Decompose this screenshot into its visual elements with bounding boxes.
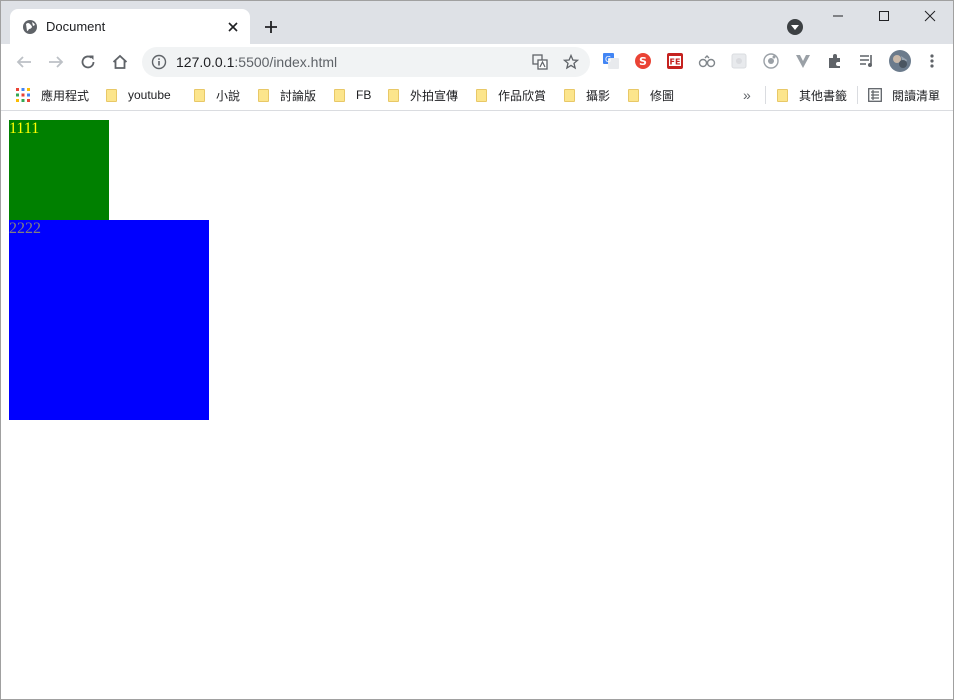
bookmark-label: 作品欣賞: [498, 88, 547, 103]
url-host: 127.0.0.1: [176, 54, 235, 70]
folder-icon: [194, 88, 205, 102]
tab-search-icon[interactable]: [786, 18, 804, 36]
bookmarks-overflow-button[interactable]: »: [743, 85, 751, 105]
blue-box: 2222: [9, 220, 209, 420]
svg-text:S: S: [639, 55, 647, 68]
green-box: 1111: [9, 120, 109, 220]
folder-icon: [388, 88, 399, 102]
bookmark-label: 閱讀清單: [892, 88, 941, 103]
divider: [765, 86, 766, 104]
browser-window: Document 127.0.0.1:5500/index.html G S F…: [0, 0, 954, 700]
folder-icon: [777, 88, 788, 102]
page-viewport: 1111 2222: [1, 112, 953, 699]
svg-text:FE: FE: [670, 58, 681, 67]
bookmark-label: youtube: [128, 88, 171, 102]
bookmark-label: 小說: [216, 88, 241, 103]
address-bar[interactable]: 127.0.0.1:5500/index.html: [142, 47, 590, 77]
folder-icon: [258, 88, 269, 102]
bookmark-apps[interactable]: 應用程式: [16, 85, 89, 105]
star-icon[interactable]: [562, 53, 580, 71]
bookmark-folder-photography[interactable]: 攝影: [564, 85, 610, 105]
menu-icon[interactable]: [923, 52, 941, 70]
minimize-icon[interactable]: [815, 5, 861, 27]
url-text: 127.0.0.1:5500/index.html: [176, 54, 337, 70]
bookmark-folder-retouch[interactable]: 修圖: [628, 85, 674, 105]
bookmark-folder-forum[interactable]: 討論版: [258, 85, 316, 105]
ext-icon[interactable]: [762, 52, 780, 70]
maximize-icon[interactable]: [861, 5, 907, 27]
media-icon[interactable]: [858, 52, 876, 70]
window-close-icon[interactable]: [907, 5, 953, 27]
reading-list-icon: [868, 88, 882, 102]
avatar[interactable]: [889, 50, 911, 72]
forward-icon[interactable]: [44, 50, 68, 74]
fe-ext-icon[interactable]: FE: [666, 52, 684, 70]
folder-icon: [334, 88, 345, 102]
bookmark-label: 攝影: [586, 88, 611, 103]
bookmark-folder-outdoor-shoot[interactable]: 外拍宣傳: [388, 85, 458, 105]
reading-list-button[interactable]: 閱讀清單: [868, 85, 940, 105]
bookmark-folder-youtube[interactable]: youtube: [106, 85, 171, 105]
bookmark-folder-works[interactable]: 作品欣賞: [476, 85, 546, 105]
plus-icon[interactable]: [261, 17, 281, 37]
bookmark-label: 應用程式: [41, 88, 90, 103]
toolbar: 127.0.0.1:5500/index.html G S FE: [1, 44, 953, 80]
back-icon[interactable]: [12, 50, 36, 74]
globe-icon: [22, 19, 38, 35]
apps-grid-icon: [16, 88, 30, 102]
tab-title: Document: [46, 19, 106, 34]
bookmark-label: FB: [356, 88, 372, 102]
bookmark-label: 其他書籤: [799, 88, 848, 103]
folder-icon: [628, 88, 639, 102]
tab-document[interactable]: Document: [10, 9, 250, 44]
bookmark-folder-novel[interactable]: 小說: [194, 85, 240, 105]
extensions-icon[interactable]: [826, 52, 844, 70]
svg-text:G: G: [605, 55, 611, 64]
bookmark-label: 討論版: [280, 88, 317, 103]
bookmark-folder-fb[interactable]: FB: [334, 85, 371, 105]
bookmark-other[interactable]: 其他書籤: [777, 85, 847, 105]
s-ext-icon[interactable]: S: [634, 52, 652, 70]
ext-icon[interactable]: [698, 52, 716, 70]
google-translate-ext-icon[interactable]: G: [602, 52, 620, 70]
folder-icon: [564, 88, 575, 102]
divider: [857, 86, 858, 104]
ext-icon[interactable]: [794, 52, 812, 70]
bookmark-label: 外拍宣傳: [410, 88, 459, 103]
tab-strip: Document: [1, 1, 953, 44]
info-icon[interactable]: [151, 54, 167, 70]
folder-icon: [476, 88, 487, 102]
translate-icon[interactable]: [531, 53, 549, 71]
home-icon[interactable]: [108, 50, 132, 74]
close-icon[interactable]: [224, 18, 242, 36]
bookmarks-bar: 應用程式 youtube 小說 討論版 FB 外拍宣傳 作品欣賞 攝影 修圖 »…: [1, 80, 953, 111]
bookmark-label: 修圖: [650, 88, 675, 103]
ext-icon[interactable]: [730, 52, 748, 70]
reload-icon[interactable]: [76, 50, 100, 74]
folder-icon: [106, 88, 117, 102]
url-path: :5500/index.html: [234, 54, 338, 70]
